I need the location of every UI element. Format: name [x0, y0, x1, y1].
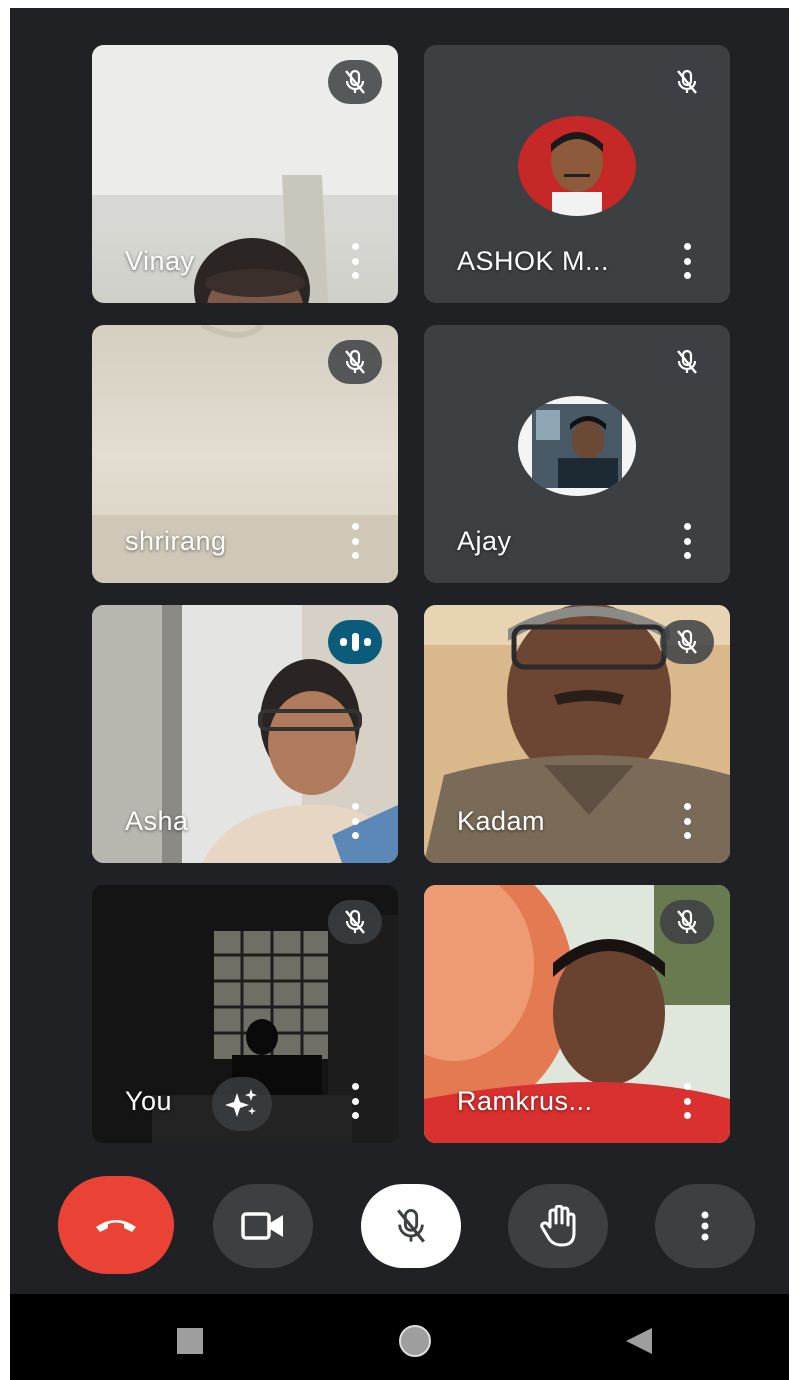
- raise-hand-button[interactable]: [508, 1184, 608, 1268]
- more-options-icon[interactable]: [680, 803, 694, 839]
- circle-icon: [399, 1325, 431, 1357]
- participant-tile[interactable]: Ajay: [424, 325, 730, 583]
- sparkle-effects-icon: [225, 1089, 257, 1117]
- mic-off-icon: [397, 1209, 425, 1243]
- participant-name: You: [125, 1086, 173, 1116]
- meeting-screen: Vinay ASHOK M... shrirang Ajay Asha Kada…: [10, 8, 789, 1380]
- mic-muted-badge: [328, 60, 382, 104]
- participant-name: shrirang: [125, 526, 227, 556]
- more-options-icon[interactable]: [348, 523, 362, 559]
- participant-tile[interactable]: Kadam: [424, 605, 730, 863]
- participant-tile[interactable]: You: [92, 885, 398, 1143]
- participant-name: Ramkrus...: [457, 1086, 593, 1116]
- more-options-icon[interactable]: [680, 1083, 694, 1119]
- end-call-button[interactable]: [58, 1176, 174, 1274]
- square-icon: [177, 1328, 203, 1354]
- raise-hand-icon: [540, 1205, 576, 1247]
- mic-off-icon: [345, 349, 365, 374]
- participant-tile[interactable]: ASHOK M...: [424, 45, 730, 303]
- speaking-indicator-badge: [328, 620, 382, 664]
- more-options-icon[interactable]: [680, 243, 694, 279]
- triangle-back-icon: [626, 1328, 652, 1354]
- mic-muted-badge: [660, 900, 714, 944]
- recents-button[interactable]: [165, 1316, 215, 1366]
- participant-tile[interactable]: Ramkrus...: [424, 885, 730, 1143]
- mic-muted-badge: [660, 620, 714, 664]
- participant-tile[interactable]: Vinay: [92, 45, 398, 303]
- mic-off-icon: [345, 69, 365, 94]
- mic-muted-badge: [328, 900, 382, 944]
- more-options-icon[interactable]: [348, 243, 362, 279]
- more-vert-icon: [701, 1211, 709, 1241]
- back-button[interactable]: [614, 1316, 664, 1366]
- video-camera-icon: [241, 1212, 283, 1240]
- visual-effects-button[interactable]: [212, 1077, 272, 1131]
- call-controls-bar: [10, 1176, 789, 1286]
- mic-off-icon: [677, 909, 697, 934]
- system-navigation-bar: [10, 1294, 789, 1380]
- home-button[interactable]: [390, 1316, 440, 1366]
- more-options-icon[interactable]: [348, 803, 362, 839]
- phone-hangup-icon: [96, 1220, 136, 1232]
- mic-off-icon: [345, 909, 365, 934]
- camera-toggle-button[interactable]: [213, 1184, 313, 1268]
- participant-name: Vinay: [125, 246, 195, 276]
- mic-muted-badge: [660, 60, 714, 104]
- mic-off-icon: [677, 69, 697, 94]
- participant-tile[interactable]: shrirang: [92, 325, 398, 583]
- mic-muted-badge: [660, 340, 714, 384]
- more-options-icon[interactable]: [348, 1083, 362, 1119]
- participant-name: Ajay: [457, 526, 512, 556]
- participant-name: ASHOK M...: [457, 246, 610, 276]
- mic-toggle-button[interactable]: [361, 1184, 461, 1268]
- mic-off-icon: [677, 349, 697, 374]
- participant-name: Kadam: [457, 806, 546, 836]
- mic-off-icon: [677, 629, 697, 654]
- participant-tile[interactable]: Asha: [92, 605, 398, 863]
- avatar: [518, 116, 636, 216]
- avatar: [518, 396, 636, 496]
- mic-muted-badge: [328, 340, 382, 384]
- more-options-button[interactable]: [655, 1184, 755, 1268]
- more-options-icon[interactable]: [680, 523, 694, 559]
- participant-name: Asha: [125, 806, 189, 836]
